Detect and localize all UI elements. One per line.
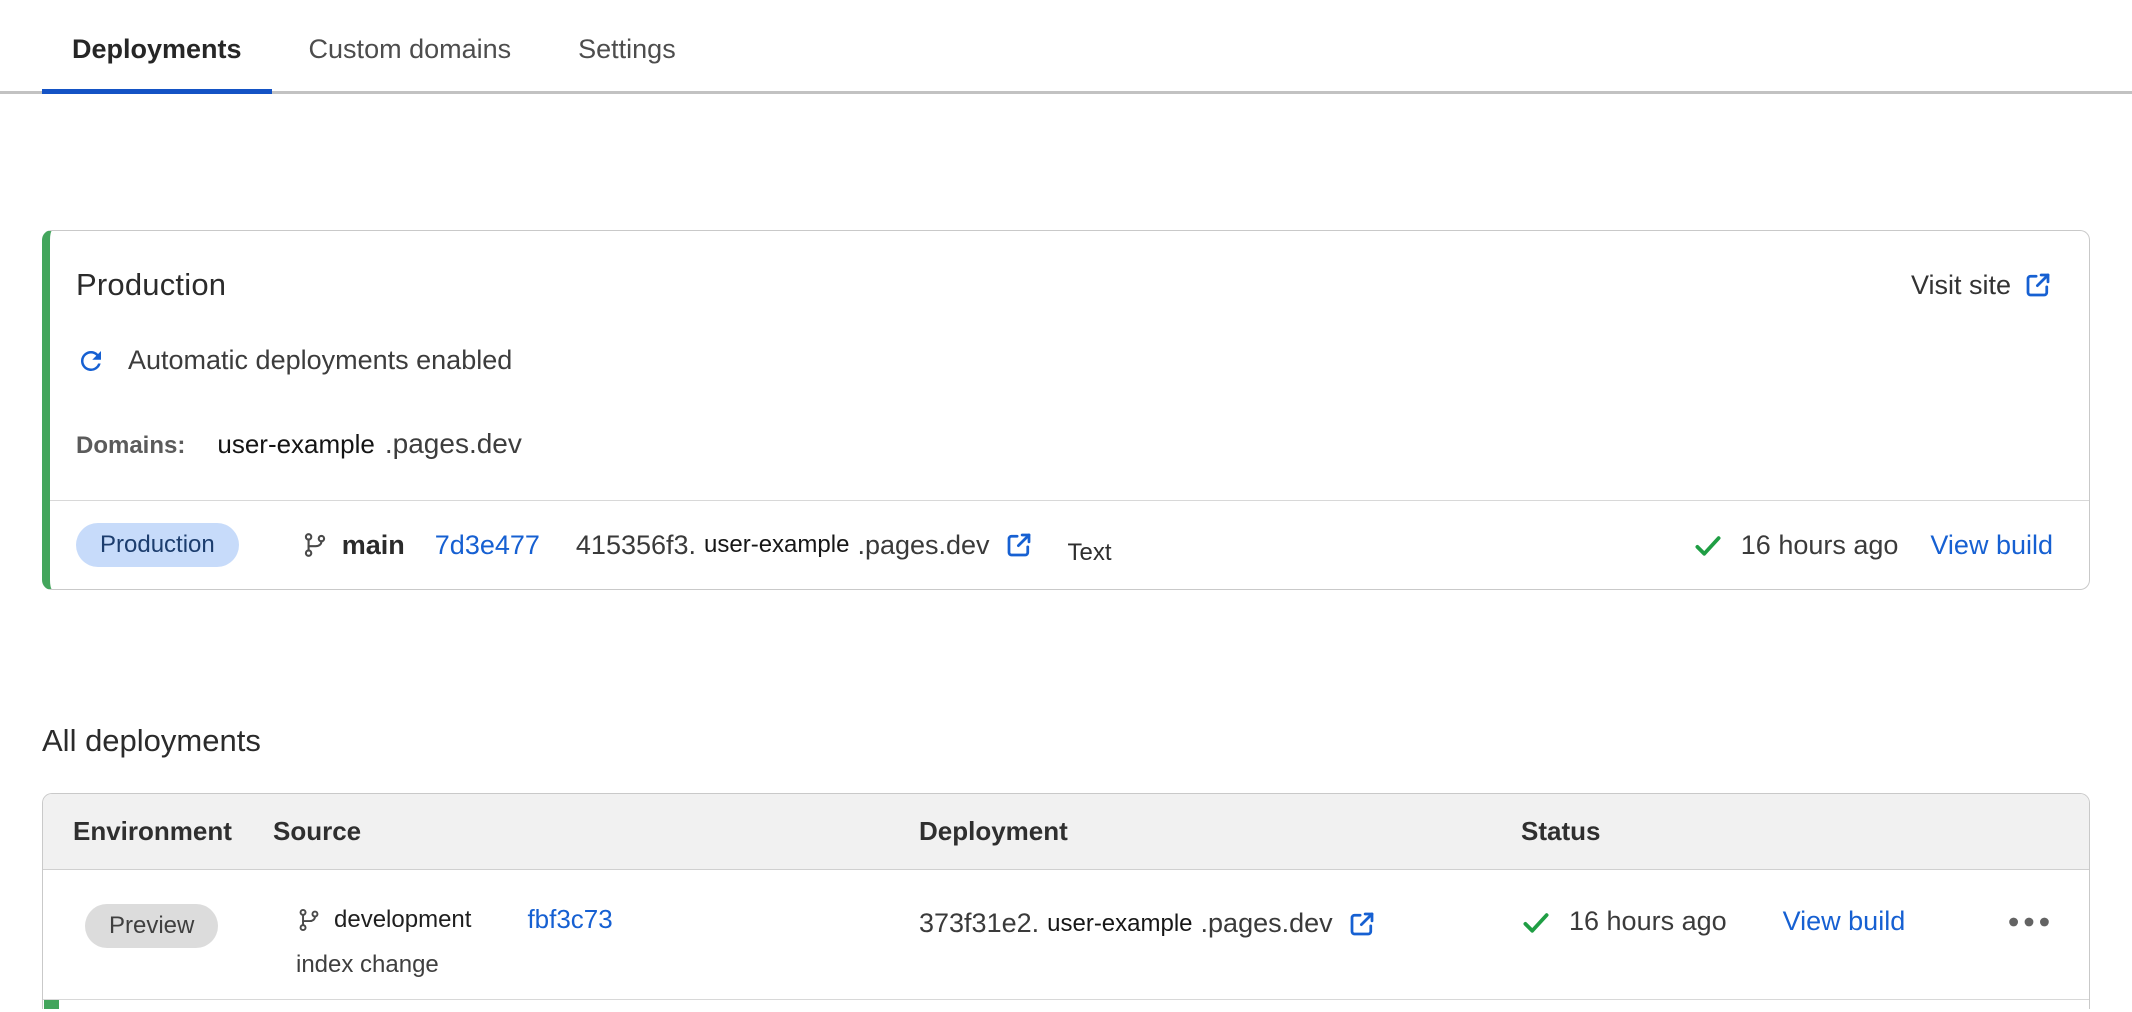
commit-message: Text [1068, 539, 1112, 567]
url-suffix: .pages.dev [1201, 908, 1333, 939]
deployments-table: Environment Source Deployment Status Pre… [42, 793, 2090, 1009]
view-build-link[interactable]: View build [1930, 530, 2053, 561]
domain-suffix: .pages.dev [385, 428, 522, 460]
production-card-title: Production [76, 267, 226, 303]
deploy-time: 16 hours ago [1741, 530, 1899, 561]
row-actions-menu-icon[interactable] [2007, 915, 2051, 929]
git-branch-icon [296, 907, 322, 933]
url-suffix: .pages.dev [857, 530, 989, 561]
production-card: Production Visit site Automatic deployme [42, 230, 2090, 590]
url-name: user-example [1047, 910, 1192, 938]
environment-cell: Preview [73, 904, 273, 948]
view-build-link[interactable]: View build [1783, 906, 1906, 937]
tab-custom-domains[interactable]: Custom domains [279, 0, 542, 91]
status-cell: 16 hours ago View build [1521, 904, 2089, 937]
external-link-icon[interactable] [1347, 909, 1377, 939]
auto-deploy-status-text: Automatic deployments enabled [128, 345, 512, 376]
column-header-status: Status [1521, 816, 2089, 847]
external-link-icon [2023, 270, 2053, 300]
column-header-environment: Environment [73, 816, 273, 847]
tab-settings[interactable]: Settings [548, 0, 706, 91]
production-deployment-row: Production main 7d3e477 415356f3. user-e… [50, 500, 2089, 589]
refresh-icon [76, 346, 106, 376]
table-row: Preview development fbf3c73 index change… [43, 870, 2089, 999]
tab-bar: Deployments Custom domains Settings [0, 0, 2132, 94]
deployment-url-link[interactable]: 373f31e2. user-example .pages.dev [919, 908, 1377, 939]
domain-name: user-example [217, 429, 375, 460]
commit-message: index change [296, 951, 919, 979]
environment-badge: Production [76, 523, 239, 567]
commit-link[interactable]: 7d3e477 [435, 530, 540, 561]
deployment-cell: 373f31e2. user-example .pages.dev [919, 904, 1521, 939]
external-link-icon[interactable] [1004, 530, 1034, 560]
url-name: user-example [704, 531, 849, 559]
visit-site-link[interactable]: Visit site [1911, 270, 2053, 301]
url-prefix: 415356f3. [576, 530, 696, 561]
domains-label: Domains: [76, 432, 185, 460]
url-prefix: 373f31e2. [919, 908, 1039, 939]
all-deployments-heading: All deployments [42, 723, 2132, 759]
tab-deployments[interactable]: Deployments [42, 0, 272, 91]
commit-link[interactable]: fbf3c73 [527, 904, 612, 935]
success-check-icon [1693, 530, 1723, 560]
git-branch-icon [301, 531, 329, 559]
table-header-row: Environment Source Deployment Status [43, 794, 2089, 870]
deploy-time: 16 hours ago [1569, 906, 1727, 937]
success-check-icon [1521, 907, 1551, 937]
column-header-deployment: Deployment [919, 816, 1521, 847]
visit-site-label: Visit site [1911, 270, 2011, 301]
branch-name: main [342, 530, 405, 561]
next-table-row-cutoff [43, 999, 2089, 1009]
environment-badge: Preview [85, 904, 218, 948]
deployment-url-link[interactable]: 415356f3. user-example .pages.dev [576, 530, 1034, 561]
source-cell: development fbf3c73 index change [273, 904, 919, 979]
branch-name: development [334, 906, 471, 934]
column-header-source: Source [273, 816, 919, 847]
success-accent-bar [44, 1000, 59, 1009]
